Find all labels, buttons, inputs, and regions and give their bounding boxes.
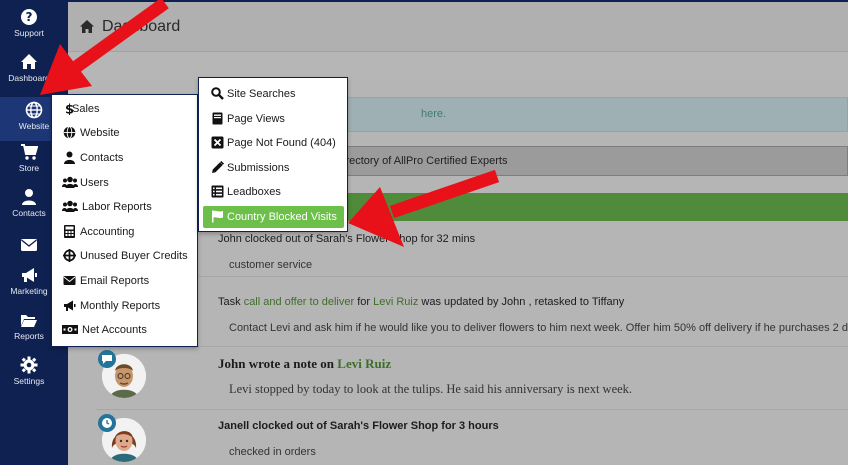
- arrow-to-dashboard-icon: [40, 0, 169, 95]
- arrow-to-country-blocked-icon: [348, 169, 500, 247]
- annotation-arrows: [40, 0, 500, 247]
